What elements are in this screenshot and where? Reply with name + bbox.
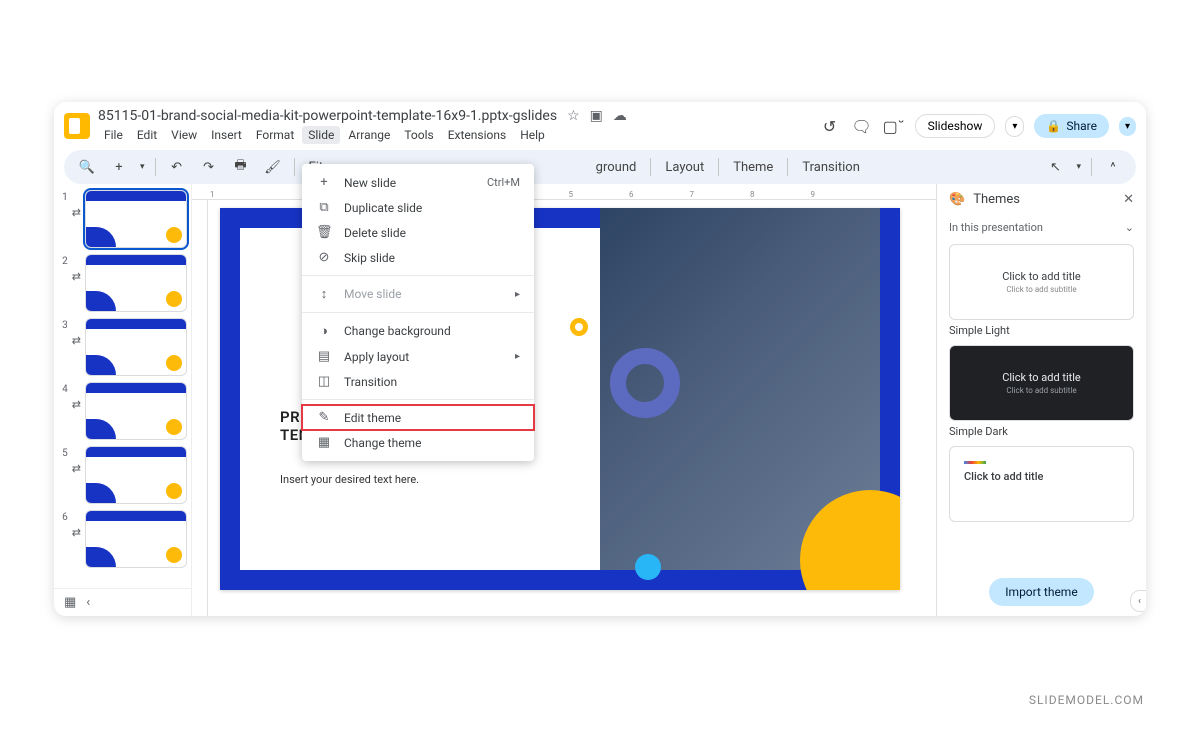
- titlebar: 85115-01-brand-social-media-kit-powerpoi…: [54, 102, 1146, 144]
- history-icon[interactable]: ↺: [819, 115, 841, 137]
- comments-icon[interactable]: 🗨: [851, 115, 873, 137]
- themes-panel: 🎨 Themes ✕ In this presentation ⌄ Click …: [936, 184, 1146, 616]
- transition-icon: ◫: [316, 374, 332, 389]
- thumbnail-2[interactable]: [85, 254, 187, 312]
- decorative-ring: [610, 348, 680, 418]
- cloud-status-icon[interactable]: ☁: [613, 108, 627, 124]
- menu-transition[interactable]: ◫Transition: [302, 369, 534, 394]
- vertical-ruler: [192, 200, 208, 616]
- toolbar: 🔍 +▾ ↶ ↷ 🖶 🖌 Fit▾ ground Layout Theme Tr…: [64, 150, 1136, 184]
- move-icon: ↕: [316, 286, 332, 302]
- lock-icon: 🔒: [1046, 119, 1061, 133]
- toolbar-overflow-icon[interactable]: ^: [1102, 156, 1124, 178]
- skip-icon: ⊘: [316, 250, 332, 265]
- search-icon[interactable]: 🔍: [76, 156, 98, 178]
- menu-new-slide[interactable]: +New slideCtrl+M: [302, 170, 534, 195]
- thumbnail-5[interactable]: [85, 446, 187, 504]
- trash-icon: 🗑: [316, 225, 332, 240]
- menu-view[interactable]: View: [165, 126, 203, 144]
- palette-icon: 🎨: [949, 192, 965, 207]
- star-icon[interactable]: ☆: [567, 108, 580, 124]
- duplicate-icon: ⧉: [316, 200, 332, 215]
- slideshow-dropdown[interactable]: ▾: [1005, 116, 1024, 137]
- menu-arrange[interactable]: Arrange: [342, 126, 396, 144]
- document-title[interactable]: 85115-01-brand-social-media-kit-powerpoi…: [98, 108, 557, 124]
- themes-title: Themes: [973, 192, 1020, 207]
- grid-view-icon[interactable]: ▦: [64, 595, 76, 610]
- chevron-down-icon: ⌄: [1125, 221, 1134, 234]
- menu-tools[interactable]: Tools: [398, 126, 439, 144]
- meet-icon[interactable]: ▢˘: [883, 115, 905, 137]
- layout-icon: ▤: [316, 349, 332, 364]
- undo-icon[interactable]: ↶: [166, 156, 188, 178]
- new-slide-icon[interactable]: +: [108, 156, 130, 178]
- menu-format[interactable]: Format: [250, 126, 300, 144]
- decorative-circle-blue: [635, 554, 661, 580]
- redo-icon[interactable]: ↷: [198, 156, 220, 178]
- menu-extensions[interactable]: Extensions: [442, 126, 512, 144]
- thumbnail-4[interactable]: [85, 382, 187, 440]
- menu-change-background[interactable]: ◑Change background: [302, 318, 534, 344]
- thumbnail-1[interactable]: [85, 190, 187, 248]
- share-dropdown[interactable]: ▾: [1119, 117, 1136, 136]
- toolbar-layout[interactable]: Layout: [661, 160, 708, 175]
- background-icon: ◑: [316, 323, 332, 339]
- menu-slide[interactable]: Slide: [302, 126, 340, 144]
- slide-body-text[interactable]: Insert your desired text here.: [280, 473, 419, 486]
- menu-move-slide: ↕Move slide▸: [302, 281, 534, 307]
- theme-card[interactable]: Click to add titleClick to add subtitle: [949, 244, 1134, 320]
- import-theme-button[interactable]: Import theme: [989, 578, 1093, 606]
- collapse-icon[interactable]: ‹: [86, 595, 90, 610]
- move-folder-icon[interactable]: ▣: [590, 108, 603, 124]
- side-panel-expand[interactable]: ‹: [1130, 590, 1146, 612]
- cursor-icon[interactable]: ↖: [1044, 156, 1066, 178]
- menu-apply-layout[interactable]: ▤Apply layout▸: [302, 344, 534, 369]
- theme-label: Simple Light: [949, 324, 1134, 337]
- menu-edit-theme[interactable]: ✎Edit theme: [302, 405, 534, 430]
- share-button[interactable]: 🔒Share: [1034, 114, 1109, 138]
- google-slides-window: 85115-01-brand-social-media-kit-powerpoi…: [54, 102, 1146, 616]
- change-theme-icon: ▦: [316, 435, 332, 450]
- toolbar-theme[interactable]: Theme: [729, 160, 777, 175]
- menu-delete-slide[interactable]: 🗑Delete slide: [302, 220, 534, 245]
- edit-theme-icon: ✎: [316, 410, 332, 425]
- themes-section-header[interactable]: In this presentation ⌄: [937, 215, 1146, 240]
- menu-duplicate-slide[interactable]: ⧉Duplicate slide: [302, 195, 534, 220]
- menu-skip-slide[interactable]: ⊘Skip slide: [302, 245, 534, 270]
- app-body: 1⇄2⇄3⇄4⇄5⇄6⇄ 1123456789 PRESENTATIONTEMP…: [54, 184, 1146, 616]
- decorative-ring-small: [570, 318, 588, 336]
- menu-file[interactable]: File: [98, 126, 129, 144]
- theme-card[interactable]: Click to add titleClick to add subtitle: [949, 345, 1134, 421]
- thumbnail-6[interactable]: [85, 510, 187, 568]
- thumb-footer: ▦ ‹: [54, 588, 192, 616]
- slide-menu-dropdown: +New slideCtrl+M ⧉Duplicate slide 🗑Delet…: [302, 164, 534, 461]
- menu-help[interactable]: Help: [514, 126, 551, 144]
- watermark: SLIDEMODEL.COM: [1029, 693, 1144, 707]
- slides-app-icon: [64, 113, 90, 139]
- paint-format-icon[interactable]: 🖌: [262, 156, 284, 178]
- toolbar-transition[interactable]: Transition: [798, 160, 864, 175]
- close-icon[interactable]: ✕: [1123, 192, 1134, 207]
- print-icon[interactable]: 🖶: [230, 156, 252, 178]
- thumbnail-3[interactable]: [85, 318, 187, 376]
- menu-change-theme[interactable]: ▦Change theme: [302, 430, 534, 455]
- menu-edit[interactable]: Edit: [131, 126, 163, 144]
- menubar: FileEditViewInsertFormatSlideArrangeTool…: [98, 126, 811, 144]
- document-title-row: 85115-01-brand-social-media-kit-powerpoi…: [98, 108, 811, 124]
- slide-thumbnails: 1⇄2⇄3⇄4⇄5⇄6⇄: [54, 184, 192, 616]
- slideshow-button[interactable]: Slideshow: [915, 114, 996, 138]
- theme-label: Simple Dark: [949, 425, 1134, 438]
- menu-insert[interactable]: Insert: [205, 126, 248, 144]
- theme-card[interactable]: Click to add title: [949, 446, 1134, 522]
- background-partial[interactable]: ground: [592, 160, 641, 175]
- plus-icon: +: [316, 175, 332, 190]
